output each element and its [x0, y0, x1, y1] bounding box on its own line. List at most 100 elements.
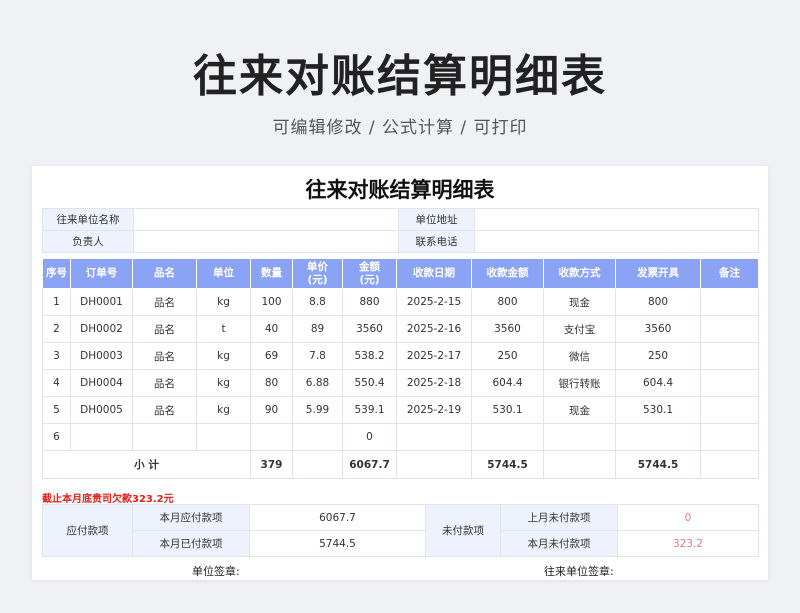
month-paid-label: 本月已付款项	[132, 530, 250, 557]
info-table: 往来单位名称 单位地址 负责人 联系电话	[42, 208, 759, 253]
table-cell[interactable]: 2025-2-18	[396, 369, 472, 397]
table-cell[interactable]	[471, 423, 544, 451]
table-cell[interactable]: DH0003	[70, 342, 133, 370]
column-header: 收款方式	[543, 258, 616, 289]
phone-label: 联系电话	[398, 230, 475, 253]
subtotal-empty	[292, 450, 343, 479]
table-cell[interactable]: 880	[342, 288, 397, 316]
column-header: 订单号	[70, 258, 133, 289]
table-cell[interactable]: 604.4	[471, 369, 544, 397]
column-header: 序号	[42, 258, 71, 289]
table-cell[interactable]: 800	[615, 288, 701, 316]
table-row: 2 DH0002 品名 t 40 89 3560 2025-2-16 3560 支付宝 3560	[42, 315, 759, 343]
table-cell[interactable]	[292, 423, 343, 451]
table-cell[interactable]: 604.4	[615, 369, 701, 397]
table-cell[interactable]: 539.1	[342, 396, 397, 424]
table-cell[interactable]	[700, 315, 759, 343]
debt-warning: 截止本月底贵司欠款323.2元	[42, 494, 174, 505]
sheet: 往来对账结算明细表 往来单位名称 单位地址 负责人 联系电话 序号 订单号 品名 单位…	[32, 166, 768, 580]
subtotal-empty	[396, 450, 472, 479]
table-cell[interactable]: 现金	[543, 396, 616, 424]
subtotal-label: 小 计	[42, 450, 251, 479]
table-cell[interactable]: 4	[42, 369, 71, 397]
table-cell[interactable]: 品名	[132, 396, 197, 424]
table-cell[interactable]: 2	[42, 315, 71, 343]
table-cell[interactable]: 7.8	[292, 342, 343, 370]
column-header: 收款金额	[471, 258, 544, 289]
table-cell[interactable]: 品名	[132, 342, 197, 370]
table-cell[interactable]: 3560	[615, 315, 701, 343]
table-cell[interactable]	[700, 342, 759, 370]
subtotal-row: 小 计 379 6067.7 5744.5 5744.5	[42, 450, 759, 479]
table-cell[interactable]: 5	[42, 396, 71, 424]
unpaid-label: 未付款项	[425, 504, 501, 557]
table-cell[interactable]: 800	[471, 288, 544, 316]
table-cell[interactable]: 80	[250, 369, 293, 397]
table-cell[interactable]	[543, 423, 616, 451]
table-cell[interactable]	[196, 423, 251, 451]
month-unpaid-value: 323.2	[617, 530, 759, 557]
table-cell[interactable]: 1	[42, 288, 71, 316]
table-cell[interactable]: 69	[250, 342, 293, 370]
table-cell[interactable]: 5.99	[292, 396, 343, 424]
table-cell[interactable]	[700, 423, 759, 451]
manager-label: 负责人	[42, 230, 134, 253]
table-cell[interactable]: 530.1	[615, 396, 701, 424]
table-cell[interactable]: 250	[471, 342, 544, 370]
table-cell[interactable]: 2025-2-17	[396, 342, 472, 370]
subtotal-invoice: 5744.5	[615, 450, 701, 479]
detail-table: 序号 订单号 品名 单位 数量 单价 (元) 金额 (元) 收款日期 收款金额 收款方式 发票开具备…	[42, 258, 759, 479]
table-cell[interactable]: 品名	[132, 288, 197, 316]
table-cell[interactable]: 6.88	[292, 369, 343, 397]
table-cell[interactable]	[700, 396, 759, 424]
table-cell[interactable]: 3560	[342, 315, 397, 343]
company-name-value[interactable]	[133, 208, 399, 231]
table-cell[interactable]: DH0005	[70, 396, 133, 424]
subtotal-amount: 6067.7	[342, 450, 397, 479]
table-cell[interactable]: 现金	[543, 288, 616, 316]
table-cell[interactable]: 89	[292, 315, 343, 343]
table-cell[interactable]: 530.1	[471, 396, 544, 424]
table-cell[interactable]: DH0004	[70, 369, 133, 397]
table-cell[interactable]	[700, 288, 759, 316]
table-cell[interactable]	[615, 423, 701, 451]
table-cell[interactable]: 3	[42, 342, 71, 370]
table-cell[interactable]	[700, 369, 759, 397]
table-cell[interactable]	[250, 423, 293, 451]
table-cell[interactable]	[396, 423, 472, 451]
table-cell[interactable]: 538.2	[342, 342, 397, 370]
table-cell[interactable]: 250	[615, 342, 701, 370]
table-cell[interactable]: kg	[196, 288, 251, 316]
address-value[interactable]	[474, 208, 759, 231]
manager-value[interactable]	[133, 230, 399, 253]
table-cell[interactable]	[132, 423, 197, 451]
table-cell[interactable]: kg	[196, 369, 251, 397]
table-cell[interactable]: 品名	[132, 369, 197, 397]
table-cell[interactable]: 550.4	[342, 369, 397, 397]
table-cell[interactable]: 100	[250, 288, 293, 316]
column-header: 单价 (元)	[292, 258, 343, 289]
table-cell[interactable]: 40	[250, 315, 293, 343]
table-cell[interactable]: 8.8	[292, 288, 343, 316]
table-row: 60	[42, 423, 759, 451]
table-cell[interactable]	[70, 423, 133, 451]
table-cell[interactable]: 微信	[543, 342, 616, 370]
table-cell[interactable]: 0	[342, 423, 397, 451]
subtotal-empty	[700, 450, 759, 479]
table-cell[interactable]: kg	[196, 396, 251, 424]
table-cell[interactable]: 支付宝	[543, 315, 616, 343]
last-unpaid-label: 上月未付款项	[500, 504, 618, 531]
table-cell[interactable]: 6	[42, 423, 71, 451]
table-cell[interactable]: 3560	[471, 315, 544, 343]
table-cell[interactable]: 品名	[132, 315, 197, 343]
table-cell[interactable]: DH0001	[70, 288, 133, 316]
table-cell[interactable]: 2025-2-19	[396, 396, 472, 424]
phone-value[interactable]	[474, 230, 759, 253]
table-cell[interactable]: 银行转账	[543, 369, 616, 397]
table-cell[interactable]: t	[196, 315, 251, 343]
table-cell[interactable]: DH0002	[70, 315, 133, 343]
table-cell[interactable]: 2025-2-16	[396, 315, 472, 343]
table-cell[interactable]: 2025-2-15	[396, 288, 472, 316]
table-cell[interactable]: kg	[196, 342, 251, 370]
table-cell[interactable]: 90	[250, 396, 293, 424]
